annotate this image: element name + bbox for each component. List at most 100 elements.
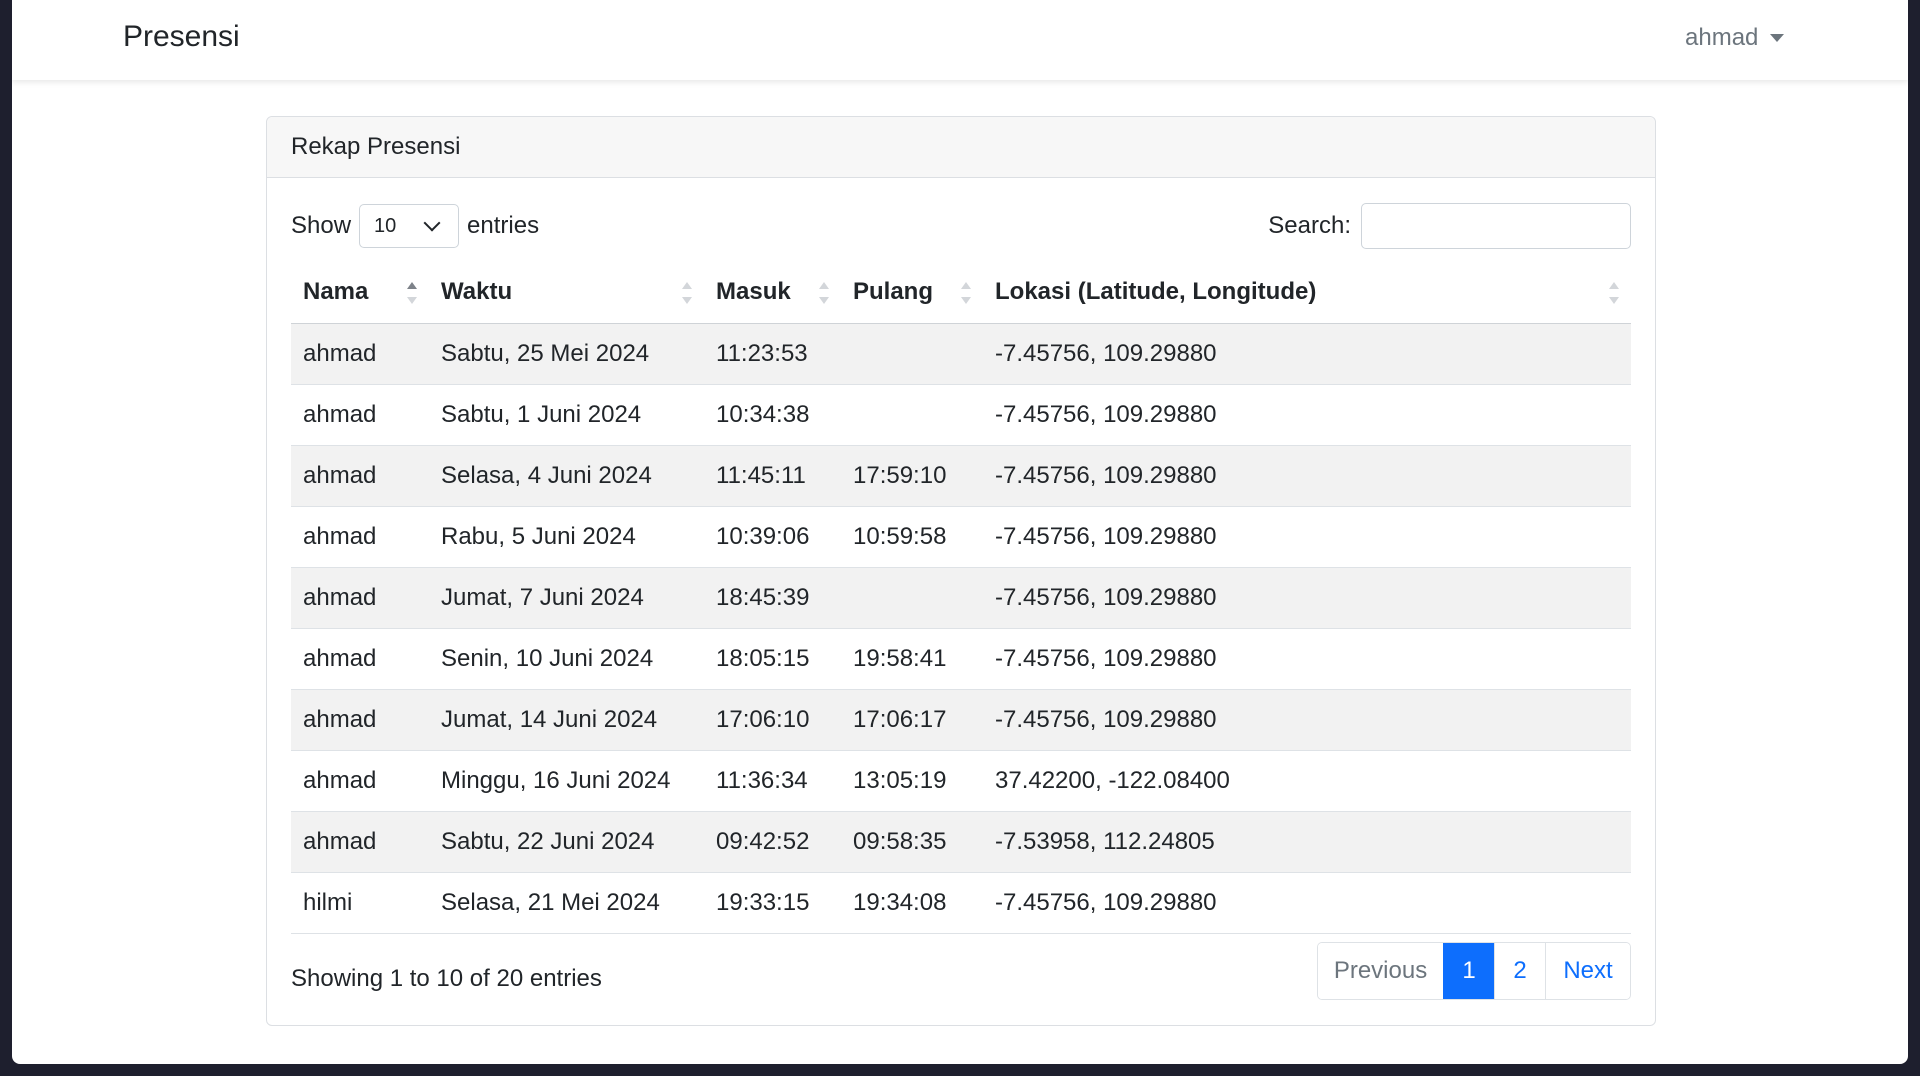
cell-waktu: Sabtu, 1 Juni 2024	[429, 384, 704, 446]
column-header-pulang[interactable]: Pulang	[841, 261, 983, 324]
page-2-button[interactable]: 2	[1494, 943, 1545, 999]
search-label: Search:	[1268, 212, 1351, 239]
column-header-lokasi[interactable]: Lokasi (Latitude, Longitude)	[983, 261, 1631, 324]
cell-lokasi: -7.45756, 109.29880	[983, 567, 1631, 629]
cell-pulang	[841, 323, 983, 385]
cell-pulang: 17:06:17	[841, 689, 983, 751]
cell-masuk: 09:42:52	[704, 811, 841, 873]
cell-lokasi: -7.45756, 109.29880	[983, 628, 1631, 690]
cell-masuk: 10:39:06	[704, 506, 841, 568]
page: Presensi ahmad Rekap Presensi Show 10 en…	[12, 0, 1908, 1064]
table-row: ahmad Rabu, 5 Juni 2024 10:39:06 10:59:58 -7…	[291, 506, 1631, 568]
presensi-table: Nama Waktu Masuk Pulang Lokasi (Latitude, Lo…	[291, 261, 1631, 934]
cell-nama: ahmad	[291, 750, 429, 812]
table-row: ahmad Senin, 10 Juni 2024 18:05:15 19:58:41…	[291, 628, 1631, 690]
cell-nama: ahmad	[291, 811, 429, 873]
cell-pulang: 17:59:10	[841, 445, 983, 507]
sort-icon	[961, 282, 971, 304]
sort-icon	[407, 282, 417, 304]
cell-masuk: 18:45:39	[704, 567, 841, 629]
table-row: ahmad Selasa, 4 Juni 2024 11:45:11 17:59:10…	[291, 445, 1631, 507]
user-dropdown[interactable]: ahmad	[1685, 24, 1785, 52]
cell-lokasi: -7.45756, 109.29880	[983, 384, 1631, 446]
previous-button[interactable]: Previous	[1318, 943, 1443, 999]
entries-length: Show 10 entries	[291, 203, 539, 249]
cell-lokasi: 37.42200, -122.08400	[983, 750, 1631, 812]
cell-lokasi: -7.45756, 109.29880	[983, 872, 1631, 934]
caret-down-icon	[1770, 34, 1785, 42]
navbar: Presensi ahmad	[12, 0, 1908, 80]
cell-lokasi: -7.45756, 109.29880	[983, 445, 1631, 507]
column-label: Pulang	[853, 278, 934, 305]
table-row: hilmi Selasa, 21 Mei 2024 19:33:15 19:34:08…	[291, 872, 1631, 934]
next-button[interactable]: Next	[1545, 943, 1630, 999]
cell-pulang: 19:58:41	[841, 628, 983, 690]
column-header-nama[interactable]: Nama	[291, 261, 429, 324]
pagination: Previous 1 2 Next	[1317, 942, 1631, 1000]
table-row: ahmad Sabtu, 22 Juni 2024 09:42:52 09:58:35…	[291, 811, 1631, 873]
cell-pulang: 13:05:19	[841, 750, 983, 812]
cell-waktu: Selasa, 4 Juni 2024	[429, 445, 704, 507]
cell-nama: hilmi	[291, 872, 429, 934]
cell-masuk: 11:36:34	[704, 750, 841, 812]
column-label: Waktu	[441, 278, 513, 305]
user-name: ahmad	[1685, 24, 1759, 51]
cell-masuk: 18:05:15	[704, 628, 841, 690]
cell-masuk: 19:33:15	[704, 872, 841, 934]
cell-waktu: Jumat, 7 Juni 2024	[429, 567, 704, 629]
column-label: Masuk	[716, 278, 791, 305]
page-1-button[interactable]: 1	[1443, 943, 1494, 999]
cell-masuk: 10:34:38	[704, 384, 841, 446]
table-row: ahmad Jumat, 7 Juni 2024 18:45:39 -7.45756,…	[291, 567, 1631, 629]
card-title: Rekap Presensi	[267, 117, 1655, 178]
cell-nama: ahmad	[291, 567, 429, 629]
column-label: Lokasi (Latitude, Longitude)	[995, 278, 1317, 305]
search-box: Search:	[1268, 203, 1631, 249]
table-row: ahmad Jumat, 14 Juni 2024 17:06:10 17:06:17…	[291, 689, 1631, 751]
cell-lokasi: -7.45756, 109.29880	[983, 689, 1631, 751]
table-row: ahmad Minggu, 16 Juni 2024 11:36:34 13:05:1…	[291, 750, 1631, 812]
column-label: Nama	[303, 278, 369, 305]
entries-select[interactable]: 10	[359, 204, 460, 248]
cell-masuk: 11:45:11	[704, 445, 841, 507]
rekap-card: Rekap Presensi Show 10 entries Search: N…	[266, 116, 1656, 1026]
cell-waktu: Jumat, 14 Juni 2024	[429, 689, 704, 751]
cell-masuk: 11:23:53	[704, 323, 841, 385]
show-label: Show	[291, 212, 352, 239]
table-row: ahmad Sabtu, 1 Juni 2024 10:34:38 -7.45756,…	[291, 384, 1631, 446]
cell-nama: ahmad	[291, 628, 429, 690]
table-body: ahmad Sabtu, 25 Mei 2024 11:23:53 -7.45756,…	[291, 323, 1631, 934]
sort-icon	[819, 282, 829, 304]
entries-label: entries	[467, 212, 540, 239]
cell-nama: ahmad	[291, 323, 429, 385]
cell-waktu: Selasa, 21 Mei 2024	[429, 872, 704, 934]
cell-pulang: 19:34:08	[841, 872, 983, 934]
search-input[interactable]	[1361, 203, 1631, 249]
cell-pulang	[841, 567, 983, 629]
cell-nama: ahmad	[291, 689, 429, 751]
cell-masuk: 17:06:10	[704, 689, 841, 751]
cell-pulang: 10:59:58	[841, 506, 983, 568]
table-info: Showing 1 to 10 of 20 entries	[291, 965, 602, 992]
cell-lokasi: -7.45756, 109.29880	[983, 506, 1631, 568]
brand-title[interactable]: Presensi	[123, 20, 240, 54]
cell-lokasi: -7.45756, 109.29880	[983, 323, 1631, 385]
column-header-masuk[interactable]: Masuk	[704, 261, 841, 324]
cell-nama: ahmad	[291, 506, 429, 568]
cell-waktu: Rabu, 5 Juni 2024	[429, 506, 704, 568]
cell-waktu: Sabtu, 22 Juni 2024	[429, 811, 704, 873]
cell-nama: ahmad	[291, 445, 429, 507]
cell-pulang: 09:58:35	[841, 811, 983, 873]
sort-icon	[1609, 282, 1619, 304]
cell-waktu: Senin, 10 Juni 2024	[429, 628, 704, 690]
cell-waktu: Sabtu, 25 Mei 2024	[429, 323, 704, 385]
cell-nama: ahmad	[291, 384, 429, 446]
cell-pulang	[841, 384, 983, 446]
column-header-waktu[interactable]: Waktu	[429, 261, 704, 324]
entries-select-value: 10	[374, 214, 397, 237]
table-header-row: Nama Waktu Masuk Pulang Lokasi (Latitude, Lo…	[291, 261, 1631, 324]
sort-icon	[682, 282, 692, 304]
table-row: ahmad Sabtu, 25 Mei 2024 11:23:53 -7.45756,…	[291, 323, 1631, 385]
cell-waktu: Minggu, 16 Juni 2024	[429, 750, 704, 812]
chevron-down-icon	[423, 214, 441, 232]
